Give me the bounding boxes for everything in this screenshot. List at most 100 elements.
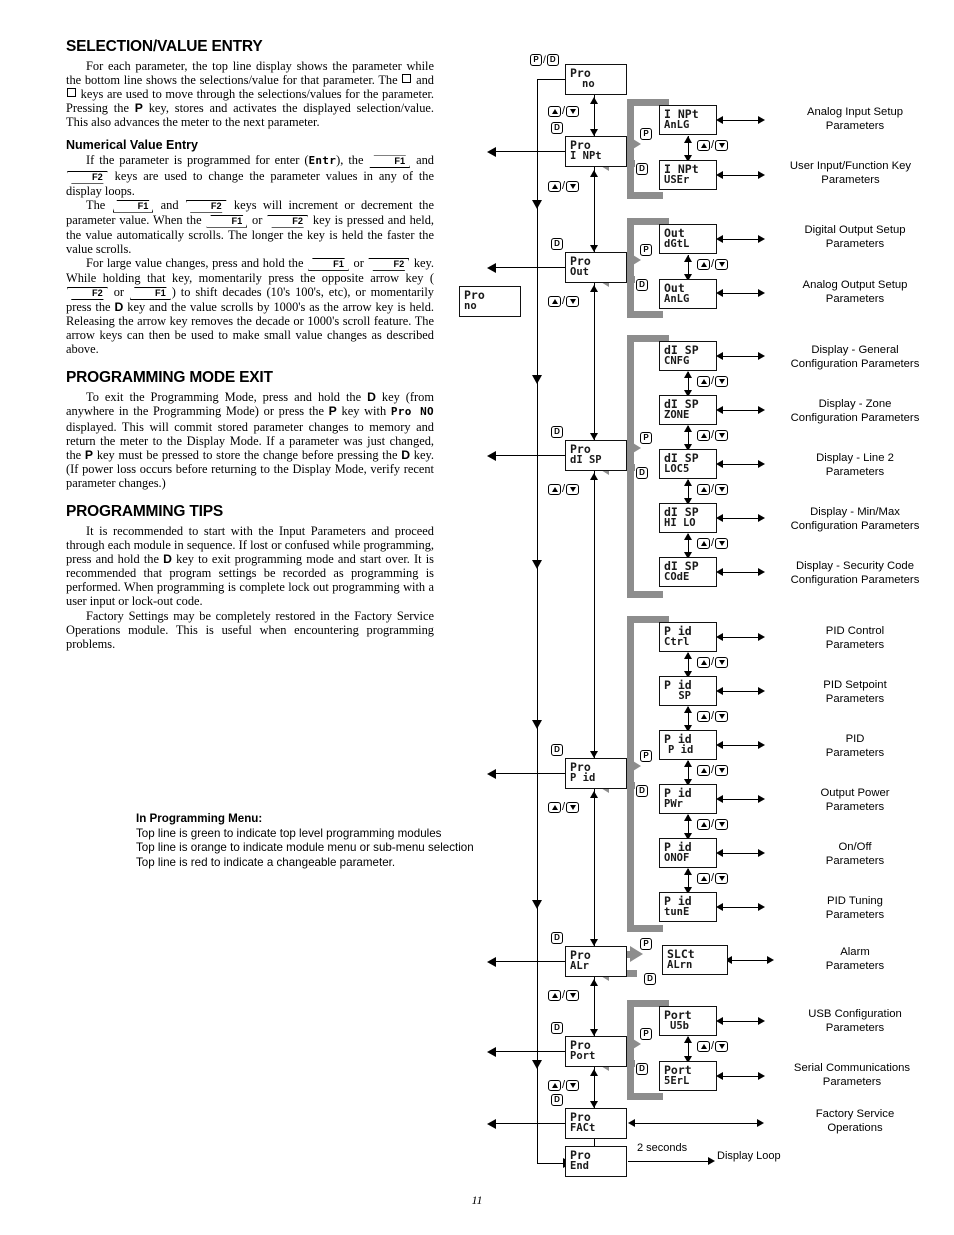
module-box-pro-pid[interactable]: Pro P id bbox=[565, 758, 627, 789]
increment-key-icon bbox=[697, 375, 710, 387]
submodule-link-arrow-up-pid-1 bbox=[684, 652, 692, 659]
legend-line2: no bbox=[464, 300, 477, 312]
module-line2: I NPt bbox=[570, 150, 602, 162]
group-bracket-port-bottom bbox=[627, 1093, 663, 1100]
label-usb-configuration: USB Configuration Parameters bbox=[808, 1008, 902, 1034]
submodule-box-inpt-user[interactable]: I NPt USEr bbox=[659, 160, 717, 190]
label-connector-arrow-left-11 bbox=[716, 687, 723, 695]
arrow-keys-pair-1: / bbox=[548, 105, 580, 117]
label-connector-arrow-right-4 bbox=[758, 289, 765, 297]
decrement-key-icon bbox=[715, 872, 729, 884]
label-analog-input-setup: Analog Input Setup Parameters bbox=[806, 106, 904, 132]
chain-arrow-down-3 bbox=[590, 433, 598, 440]
module-line2: dI SP bbox=[570, 454, 602, 466]
submodule-box-alr-slct[interactable]: SLCt ALrn bbox=[662, 945, 728, 975]
label-digital-output-setup: Digital Output Setup Parameters bbox=[804, 224, 906, 250]
module-box-pro-port[interactable]: Pro Port bbox=[565, 1036, 627, 1067]
submodule-line2: LOC5 bbox=[664, 463, 690, 475]
increment-key-icon bbox=[548, 180, 561, 192]
label-display-line2: Display - Line 2 Parameters bbox=[816, 452, 894, 478]
spine-arrowhead-4 bbox=[532, 720, 542, 729]
increment-key-icon bbox=[548, 989, 561, 1001]
label-connector-arrow-left-1 bbox=[716, 116, 723, 124]
submodule-line2: AnLG bbox=[664, 119, 690, 131]
exit-line-port bbox=[496, 1051, 566, 1053]
spine-arrowhead-6 bbox=[532, 1060, 542, 1069]
chain-arrow-up-5 bbox=[590, 791, 598, 798]
exit-arrow-pid bbox=[487, 769, 496, 779]
label-output-power: Output Power Parameters bbox=[820, 787, 890, 813]
module-line2: Port bbox=[570, 1050, 596, 1062]
module-line2: P id bbox=[570, 772, 596, 784]
display-loop-connector bbox=[628, 1161, 710, 1163]
submodule-box-pid-sp[interactable]: P id SP bbox=[659, 676, 717, 706]
label-connector-arrow-left-15 bbox=[716, 903, 723, 911]
submodule-box-pid-pwr[interactable]: P id PWr bbox=[659, 784, 717, 814]
submodule-box-out-anlg[interactable]: Out AnLG bbox=[659, 279, 717, 309]
spine-arrowhead-5 bbox=[532, 900, 542, 909]
submodule-box-disp-zone[interactable]: dI SP ZONE bbox=[659, 395, 717, 425]
submodule-box-disp-cnfg[interactable]: dI SP CNFG bbox=[659, 341, 717, 371]
module-box-pro-disp[interactable]: Pro dI SP bbox=[565, 440, 627, 471]
label-connector-disp-locs bbox=[722, 464, 760, 466]
submodule-line2: USEr bbox=[664, 174, 690, 186]
module-box-pro-end[interactable]: Pro End bbox=[565, 1146, 627, 1177]
increment-key-icon bbox=[548, 295, 561, 307]
label-pid-control: PID Control Parameters bbox=[825, 625, 885, 651]
label-connector-arrow-left-17 bbox=[716, 1017, 723, 1025]
arrow-keys-disp-4: / bbox=[697, 537, 729, 549]
key-d-bubble-inpt: D bbox=[551, 122, 563, 134]
submodule-line2: SP bbox=[672, 690, 691, 702]
decrement-key-icon bbox=[715, 429, 729, 441]
chain-arrow-up-1 bbox=[590, 97, 598, 104]
label-alarm: Alarm Parameters bbox=[825, 946, 885, 972]
label-connector-arrow-right-15 bbox=[758, 903, 765, 911]
arrow-keys-pid-1: / bbox=[697, 656, 729, 668]
module-box-pro-alr[interactable]: Pro ALr bbox=[565, 946, 627, 977]
module-box-pro-inpt[interactable]: Pro I NPt bbox=[565, 136, 627, 167]
submodule-box-port-serl[interactable]: Port 5ErL bbox=[659, 1061, 717, 1091]
arrow-keys-pid-3: / bbox=[697, 764, 729, 776]
submodule-box-pid-ctrl[interactable]: P id Ctrl bbox=[659, 622, 717, 652]
chain-arrow-down-6 bbox=[590, 1029, 598, 1036]
submodule-line2: U5b bbox=[670, 1020, 689, 1032]
label-connector-arrow-left-2 bbox=[716, 171, 723, 179]
label-connector-disp-hilo bbox=[722, 518, 760, 520]
label-connector-arrow-right-11 bbox=[758, 687, 765, 695]
module-line2: FACt bbox=[570, 1122, 596, 1134]
module-box-pro-fact[interactable]: Pro FACt bbox=[565, 1108, 627, 1139]
submodule-line2: PWr bbox=[664, 798, 683, 810]
submodule-box-disp-locs[interactable]: dI SP LOC5 bbox=[659, 449, 717, 479]
module-box-pro-out[interactable]: Pro Out bbox=[565, 252, 627, 283]
submodule-box-disp-hilo[interactable]: dI SP HI LO bbox=[659, 503, 717, 533]
key-d-bubble-fact: D bbox=[551, 1094, 563, 1106]
submodule-link-arrow-up-port bbox=[684, 1036, 692, 1043]
label-connector-out-dgtl bbox=[722, 239, 760, 241]
exit-arrow-out bbox=[487, 263, 496, 273]
submodule-box-pid-onof[interactable]: P id ONOF bbox=[659, 838, 717, 868]
arrow-keys-pid-2: / bbox=[697, 710, 729, 722]
display-loop-arrowhead bbox=[708, 1157, 715, 1165]
submodule-box-port-usb[interactable]: Port U5b bbox=[659, 1006, 717, 1036]
exit-line-out bbox=[496, 267, 566, 269]
key-d-bubble-disp-sub: D bbox=[636, 467, 648, 479]
module-box-pro-no[interactable]: Pro no bbox=[565, 64, 627, 95]
submodule-box-pid-pid[interactable]: P id P id bbox=[659, 730, 717, 760]
submodule-box-inpt-anlg[interactable]: I NPt AnLG bbox=[659, 105, 717, 135]
arrow-keys-disp-3: / bbox=[697, 483, 729, 495]
submodule-box-out-dgtl[interactable]: Out dGtL bbox=[659, 224, 717, 254]
exit-arrow-disp bbox=[487, 451, 496, 461]
key-d-bubble-alr-sub: D bbox=[644, 973, 656, 985]
chain-arrow-down-1 bbox=[590, 129, 598, 136]
enter-arrow-head-inpt bbox=[628, 136, 641, 152]
spine-vertical bbox=[537, 79, 539, 1164]
label-connector-arrow-left-10 bbox=[716, 633, 723, 641]
group-bracket-display-bottom bbox=[627, 591, 663, 598]
submodule-box-pid-tune[interactable]: P id tunE bbox=[659, 892, 717, 922]
label-connector-pid-pwr bbox=[722, 799, 760, 801]
submodule-line2: ALrn bbox=[667, 959, 693, 971]
annotation-two-seconds: 2 seconds bbox=[637, 1142, 688, 1154]
decrement-key-icon bbox=[715, 710, 729, 722]
submodule-box-disp-code[interactable]: dI SP COdE bbox=[659, 557, 717, 587]
chain-arrow-down-5 bbox=[590, 939, 598, 946]
